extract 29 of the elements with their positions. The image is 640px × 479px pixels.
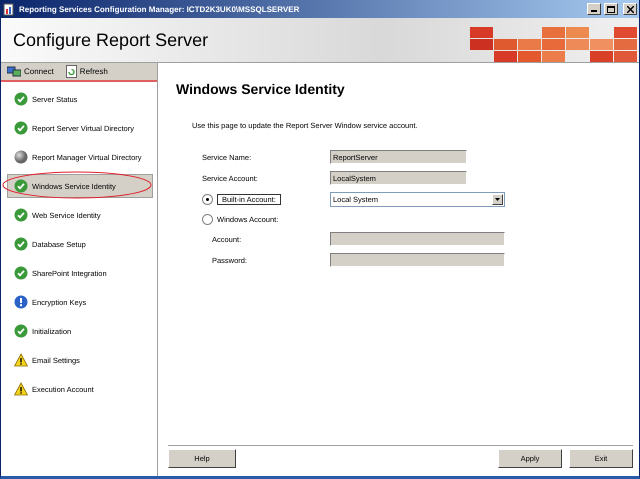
dot-icon bbox=[14, 150, 28, 164]
input-field[interactable] bbox=[330, 253, 505, 267]
radio-button[interactable] bbox=[202, 194, 213, 205]
exclamation-icon bbox=[14, 295, 28, 309]
radio-button[interactable] bbox=[202, 214, 213, 225]
maximize-button[interactable] bbox=[604, 3, 618, 15]
app-icon bbox=[3, 2, 16, 16]
check-icon bbox=[14, 208, 28, 222]
refresh-icon bbox=[66, 65, 77, 78]
close-button[interactable] bbox=[623, 3, 637, 15]
header-title: Configure Report Server bbox=[12, 30, 208, 50]
computers-icon bbox=[7, 66, 21, 78]
refresh-button[interactable]: Refresh bbox=[66, 65, 108, 78]
connect-button[interactable]: Connect bbox=[7, 66, 54, 78]
minimize-button[interactable] bbox=[587, 3, 601, 15]
maximize-icon bbox=[607, 6, 615, 12]
warning-icon bbox=[14, 382, 28, 396]
close-icon bbox=[626, 6, 634, 12]
check-icon bbox=[14, 266, 28, 280]
check-icon bbox=[14, 324, 28, 338]
input-field[interactable] bbox=[330, 232, 505, 246]
window-title: Reporting Services Configuration Manager: ICTD2K3UK0\MSSQLSERVER bbox=[19, 4, 300, 14]
dropdown-arrow-icon bbox=[495, 198, 500, 201]
warning-icon bbox=[14, 353, 28, 367]
check-icon bbox=[14, 237, 28, 251]
check-icon bbox=[14, 179, 28, 193]
check-icon bbox=[14, 92, 28, 106]
check-icon bbox=[14, 121, 28, 135]
page-title: Windows Service Identity bbox=[176, 81, 346, 97]
